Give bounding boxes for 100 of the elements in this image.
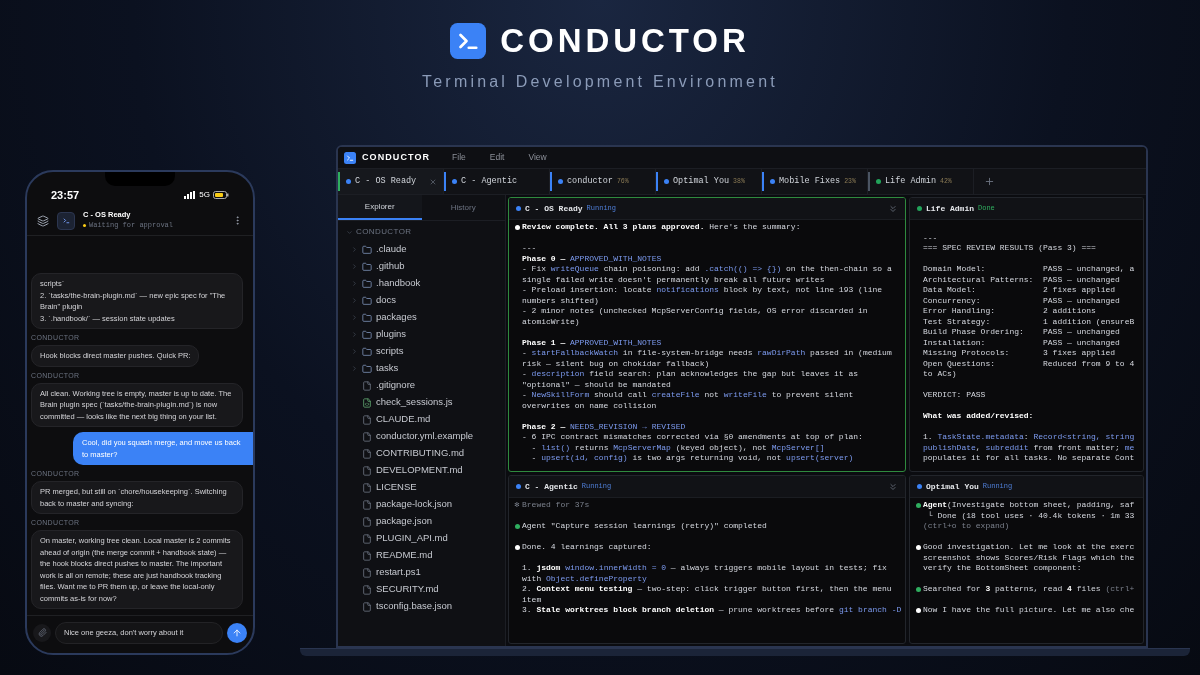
section-title: CONDUCTOR xyxy=(356,226,412,238)
terminal-line: Agent(Investigate bottom sheet, padding, saf xyxy=(923,500,1135,511)
attach-button[interactable] xyxy=(33,623,51,642)
file-icon xyxy=(362,380,372,391)
file-icon xyxy=(362,499,372,510)
folder-icon xyxy=(362,295,372,306)
terminal-line: Brewed for 37s xyxy=(522,500,590,511)
folder-icon xyxy=(362,244,372,255)
file-tree-item[interactable]: plugins xyxy=(338,326,505,343)
terminal-line: Phase 0 — APPROVED_WITH_NOTES xyxy=(522,253,662,264)
file-icon xyxy=(362,567,372,578)
terminal-line: populates it for all tasks. No separate Cont xyxy=(923,453,1135,464)
terminal-line: 3. Stale worktrees block branch deletion — prune worktrees before git branch -D xyxy=(522,605,902,616)
chevron-icon[interactable] xyxy=(346,228,353,236)
brand-title: CONDUCTOR xyxy=(500,21,750,61)
terminal-line: to ACs) xyxy=(923,369,957,380)
menu-item[interactable]: Edit xyxy=(487,151,507,164)
file-tree-item[interactable]: .handbook xyxy=(338,275,505,292)
file-tree-item[interactable]: DEVELOPMENT.md xyxy=(338,462,505,479)
terminal-line: 2. Context menu testing — two-step: click trigger button first, then the menu item xyxy=(522,584,893,605)
arrow-up-icon xyxy=(232,627,242,638)
terminal-line: Build Phase Ordering: PASS — unchanged xyxy=(923,327,1120,338)
terminal-line: - startFallbackWatch in file-system-bridge needs rawDirPath passed in (medium risk — silent bug on chokidar fallback) xyxy=(522,348,893,369)
file-tree-item[interactable]: conductor.yml.example xyxy=(338,428,505,445)
terminal-line: Data Model: 2 fixes applied xyxy=(923,285,1116,296)
add-tab-icon[interactable] xyxy=(984,176,995,187)
terminal-line: - NewSkillForm should call createFile not writeFile to prevent silent overwrites on name collision xyxy=(522,390,855,411)
clock-time: 23:57 xyxy=(51,187,80,203)
terminal-line: Installation: PASS — unchanged xyxy=(923,337,1120,348)
logo-icon xyxy=(450,22,487,59)
session-tab[interactable]: C - OS Ready xyxy=(338,169,444,194)
terminal-line: 1. jsdom window.innerWidth = 0 — always triggers mobile layout in tests; fix with Object.defineProperty xyxy=(522,563,888,584)
paperclip-icon xyxy=(37,628,47,637)
file-tree-item[interactable]: CONTRIBUTING.md xyxy=(338,445,505,462)
sidebar-tab[interactable]: Explorer xyxy=(338,195,422,220)
panel-title: Optimal You xyxy=(926,480,979,493)
terminal-line: └ Done (18 tool uses · 40.4k tokens · 1m 33 xyxy=(926,510,1135,521)
file-tree-item[interactable]: tsconfig.base.json xyxy=(338,598,505,615)
layers-icon[interactable] xyxy=(37,214,49,227)
close-icon[interactable] xyxy=(429,177,437,186)
file-tree-item[interactable]: packages xyxy=(338,309,505,326)
terminal-line: Open Questions: Reduced from 9 to 4 xyxy=(923,358,1135,369)
file-tree-item[interactable]: docs xyxy=(338,292,505,309)
terminal-line: Error Handling: 2 additions xyxy=(923,306,1096,317)
terminal-line: 1. TaskState.metadata: Record<string, string xyxy=(923,432,1135,443)
file-tree-item[interactable]: .claude xyxy=(338,241,505,258)
file-icon xyxy=(362,431,372,442)
terminal-line: What was added/revised: xyxy=(923,411,1034,422)
terminal-icon xyxy=(61,216,71,225)
chevron-icon xyxy=(350,246,358,253)
terminal-line: === SPEC REVIEW RESULTS (Pass 3) === xyxy=(923,243,1096,254)
folder-icon xyxy=(362,363,372,374)
file-icon xyxy=(362,465,372,476)
battery-icon xyxy=(213,191,229,199)
panel-title: C - Agentic xyxy=(525,480,578,493)
terminal-line: screenshot shows Scores/Risk Flags which the xyxy=(923,552,1135,563)
app-name: CONDUCTOR xyxy=(362,150,431,164)
terminal-line: Missing Protocols: 3 fixes applied xyxy=(923,348,1116,359)
terminal-line: Review complete. All 3 plans approved. Here's the summary: xyxy=(522,222,801,233)
menu-item[interactable]: View xyxy=(526,151,549,164)
folder-icon xyxy=(362,261,372,272)
terminal-line: --- xyxy=(522,243,537,254)
file-icon xyxy=(362,482,372,493)
spinner-glyph: ✻ xyxy=(514,500,520,511)
panel-title: Life Admin xyxy=(926,202,974,215)
file-icon xyxy=(362,448,372,459)
terminal-line: Concurrency: PASS — unchanged xyxy=(923,295,1120,306)
terminal-line: (ctrl+o to expand) xyxy=(923,521,1010,532)
terminal-line: Phase 1 — APPROVED_WITH_NOTES xyxy=(522,337,662,348)
file-tree-item[interactable]: scripts xyxy=(338,343,505,360)
file-icon xyxy=(362,414,372,425)
menu-item[interactable]: File xyxy=(450,151,468,164)
chevron-icon xyxy=(350,331,358,338)
file-tree-item[interactable]: tasks xyxy=(338,360,505,377)
terminal-line: Agent "Capture session learnings (retry)" completed xyxy=(522,521,767,532)
terminal-line: Test Strategy: 1 addition (ensureB xyxy=(923,316,1135,327)
file-tree-item[interactable]: .gitignore xyxy=(338,377,505,394)
file-tree-item[interactable]: package-lock.json xyxy=(338,496,505,513)
file-tree-item[interactable]: LICENSE xyxy=(338,479,505,496)
code-file-icon xyxy=(362,397,372,408)
file-tree-item[interactable]: package.json xyxy=(338,513,505,530)
file-tree-item[interactable]: .github xyxy=(338,258,505,275)
file-tree-item[interactable]: PLUGIN_API.md xyxy=(338,530,505,547)
chevron-icon xyxy=(350,280,358,287)
sidebar-tab[interactable]: History xyxy=(421,195,505,220)
chevron-icon xyxy=(350,314,358,321)
file-tree-item[interactable]: restart.ps1 xyxy=(338,564,505,581)
chevron-icon xyxy=(350,365,358,372)
collapse-icon[interactable] xyxy=(888,203,898,214)
send-button[interactable] xyxy=(227,622,247,643)
file-tree-item[interactable]: SECURITY.md xyxy=(338,581,505,598)
terminal-line: Architectural Patterns: PASS — unchanged xyxy=(923,274,1120,285)
file-tree-item[interactable]: README.md xyxy=(338,547,505,564)
file-tree-item[interactable]: CLAUDE.md xyxy=(338,411,505,428)
folder-icon xyxy=(362,312,372,323)
app-logo-icon xyxy=(344,151,356,164)
collapse-icon[interactable] xyxy=(888,481,898,492)
file-tree-item[interactable]: check_sessions.js xyxy=(338,394,505,411)
terminal-line: VERDICT: PASS xyxy=(923,390,986,401)
terminal-line: Phase 2 — NEEDS_REVISION → REVISED xyxy=(522,421,686,432)
